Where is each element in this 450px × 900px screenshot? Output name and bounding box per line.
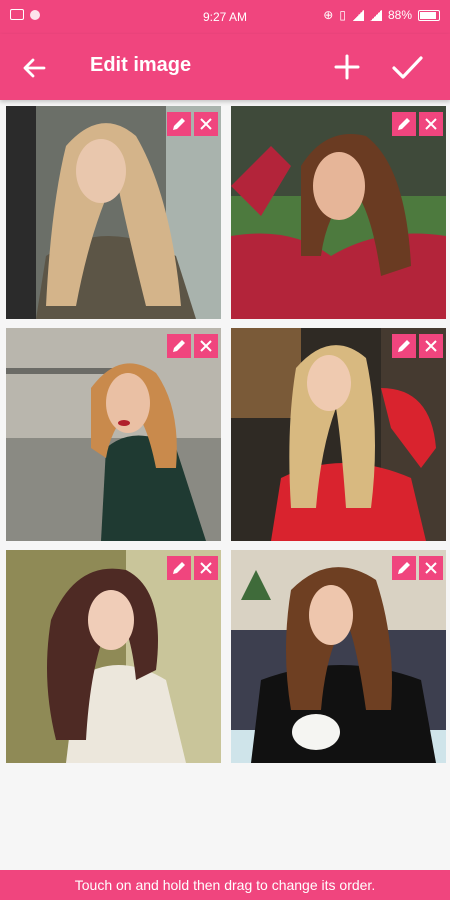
sync-icon: ⊕ bbox=[323, 8, 334, 22]
edit-button-5[interactable] bbox=[167, 556, 191, 580]
close-icon bbox=[200, 340, 212, 352]
delete-button-6[interactable] bbox=[419, 556, 443, 580]
photo-6-image bbox=[231, 550, 446, 763]
image-card-4[interactable] bbox=[231, 328, 446, 541]
status-bar: 9:27 AM ⊕ ▯ 88% bbox=[0, 0, 450, 34]
battery-icon bbox=[418, 9, 440, 21]
back-arrow-icon bbox=[23, 58, 46, 78]
pencil-icon bbox=[398, 340, 410, 352]
delete-button-5[interactable] bbox=[194, 556, 218, 580]
status-icons-right: ⊕ ▯ 88% bbox=[323, 8, 440, 22]
image-card-5[interactable] bbox=[6, 550, 221, 763]
edit-button-1[interactable] bbox=[167, 112, 191, 136]
image-card-2[interactable] bbox=[231, 106, 446, 319]
close-icon bbox=[425, 118, 437, 130]
reorder-hint: Touch on and hold then drag to change it… bbox=[0, 870, 450, 900]
edit-button-6[interactable] bbox=[392, 556, 416, 580]
pencil-icon bbox=[398, 562, 410, 574]
battery-percent: 88% bbox=[387, 8, 412, 22]
add-image-button[interactable] bbox=[326, 46, 368, 88]
phone-icon: ▯ bbox=[339, 8, 346, 22]
close-icon bbox=[425, 340, 437, 352]
image-card-3[interactable] bbox=[6, 328, 221, 541]
pencil-icon bbox=[173, 562, 185, 574]
photo-3-image bbox=[6, 328, 221, 541]
pencil-icon bbox=[398, 118, 410, 130]
delete-button-2[interactable] bbox=[419, 112, 443, 136]
photo-1-image bbox=[6, 106, 221, 319]
page-title: Edit image bbox=[90, 54, 192, 76]
delete-button-3[interactable] bbox=[194, 334, 218, 358]
check-icon bbox=[392, 56, 423, 79]
delete-button-4[interactable] bbox=[419, 334, 443, 358]
signal-icon-2 bbox=[369, 9, 382, 21]
back-button[interactable] bbox=[14, 48, 54, 88]
edit-button-3[interactable] bbox=[167, 334, 191, 358]
done-button[interactable] bbox=[386, 46, 428, 88]
app-bar: Edit image bbox=[0, 34, 450, 100]
delete-button-1[interactable] bbox=[194, 112, 218, 136]
image-card-6[interactable] bbox=[231, 550, 446, 763]
close-icon bbox=[425, 562, 437, 574]
close-icon bbox=[200, 118, 212, 130]
edit-button-4[interactable] bbox=[392, 334, 416, 358]
plus-icon bbox=[334, 54, 360, 80]
pencil-icon bbox=[173, 118, 185, 130]
photo-4-image bbox=[231, 328, 446, 541]
image-card-1[interactable] bbox=[6, 106, 221, 319]
close-icon bbox=[200, 562, 212, 574]
signal-icon bbox=[351, 9, 364, 21]
pencil-icon bbox=[173, 340, 185, 352]
photo-5-image bbox=[6, 550, 221, 763]
photo-2-image bbox=[231, 106, 446, 319]
edit-button-2[interactable] bbox=[392, 112, 416, 136]
